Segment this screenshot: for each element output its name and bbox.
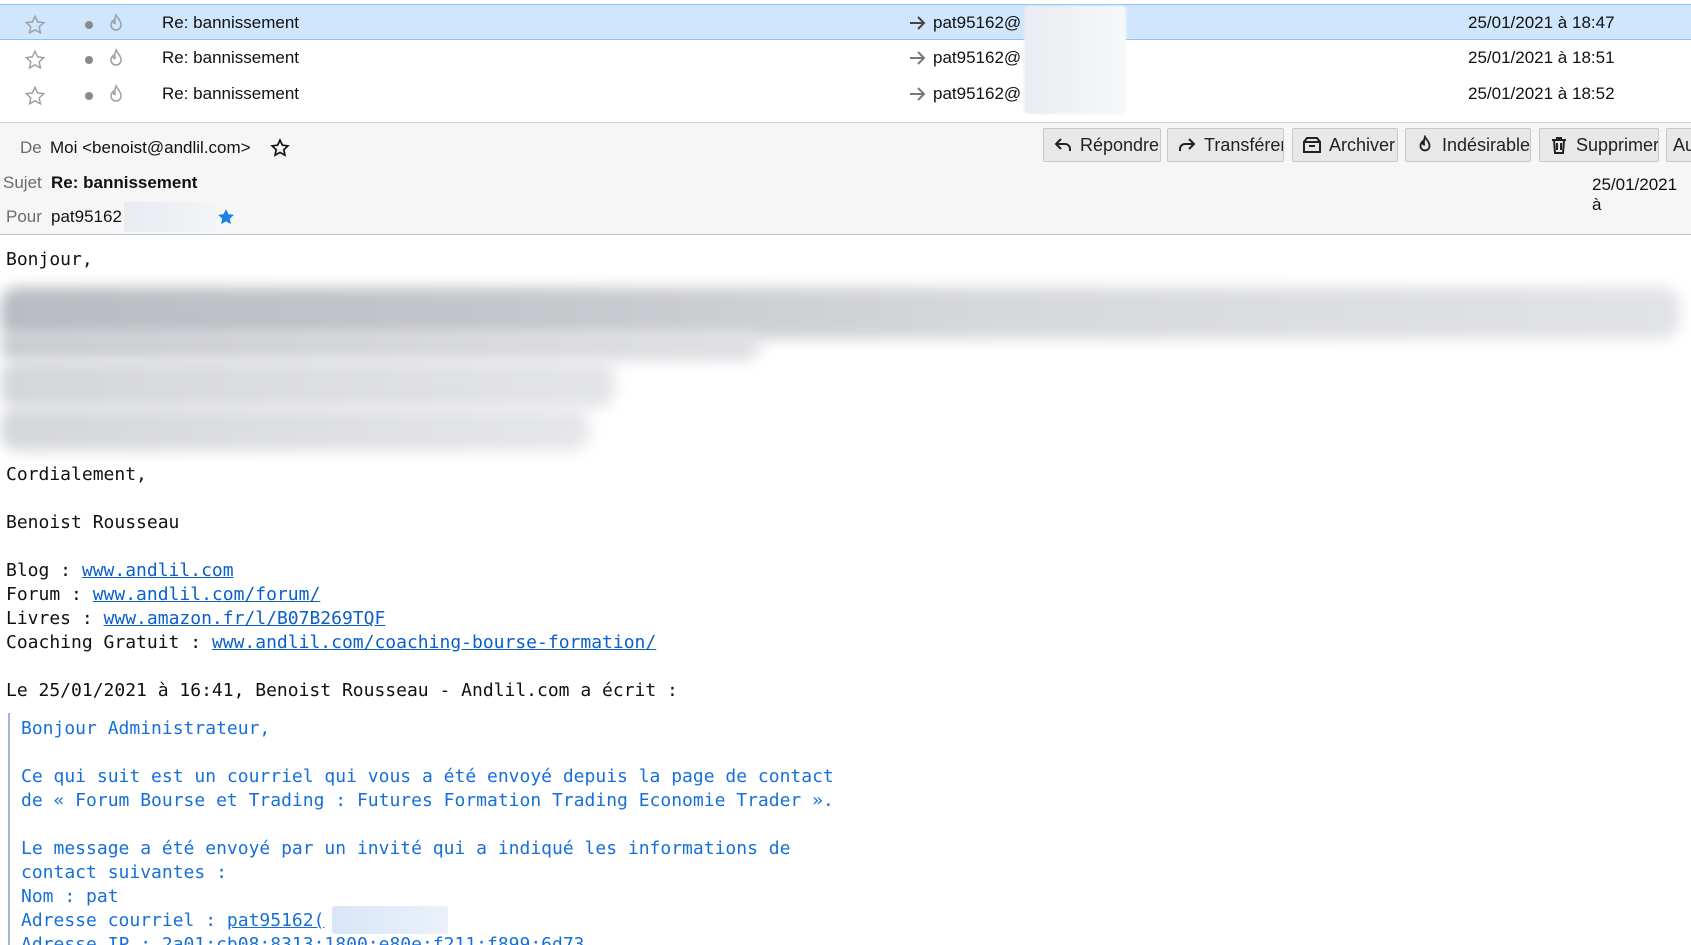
closing: Cordialement, — [6, 464, 147, 485]
archive-icon — [1303, 137, 1321, 153]
quote-line: Adresse IP : 2a01:cb08:8313:1800:e80e:f2… — [21, 934, 585, 945]
to-label: Pour — [6, 207, 42, 226]
quote-line: Nom : pat — [21, 886, 119, 907]
quoted-message: Bonjour Administrateur, Ce qui suit est … — [8, 713, 1210, 945]
message-date: 25/01/2021 à 18:52 — [1468, 84, 1615, 103]
redacted-area — [0, 331, 760, 361]
redacted-area — [0, 407, 590, 451]
message-header: De Moi <benoist@andlil.com> Sujet Re: ba… — [0, 123, 1691, 235]
signature-blog: Blog : www.andlil.com — [6, 560, 234, 581]
junk-button[interactable]: Indésirable — [1405, 128, 1531, 162]
quote-line: contact suivantes : — [21, 862, 227, 883]
message-subject: Re: bannissement — [162, 84, 300, 103]
message-list: Re: bannissement pat95162@ 25/01/2021 à … — [0, 0, 1691, 123]
message-row[interactable]: Re: bannissement pat95162@ 25/01/2021 à … — [0, 4, 1691, 40]
outgoing-arrow-icon — [910, 87, 926, 101]
star-icon[interactable] — [24, 14, 46, 36]
quote-line: de « Forum Bourse et Trading : Futures F… — [21, 790, 834, 811]
subject-value: Re: bannissement — [51, 173, 198, 192]
signature-forum: Forum : www.andlil.com/forum/ — [6, 584, 321, 605]
junk-flame-icon[interactable] — [106, 48, 126, 70]
to-value[interactable]: pat95162 — [51, 207, 122, 227]
redacted-area — [124, 202, 216, 232]
star-icon[interactable] — [24, 85, 46, 107]
signature-books: Livres : www.amazon.fr/l/B07B269TQF — [6, 608, 386, 629]
star-icon[interactable] — [24, 49, 46, 71]
message-body: Bonjour, Cordialement, Benoist Rousseau … — [0, 235, 1691, 945]
flame-icon — [1419, 135, 1431, 152]
from-label: De — [20, 138, 42, 157]
star-contact-icon[interactable] — [216, 207, 236, 227]
message-subject: Re: bannissement — [162, 48, 300, 67]
reply-icon — [1054, 138, 1071, 151]
from-value[interactable]: Moi <benoist@andlil.com> — [50, 138, 251, 158]
junk-flame-icon[interactable] — [106, 13, 126, 35]
quote-line: Bonjour Administrateur, — [21, 718, 271, 739]
sender-email-link[interactable]: pat95162( — [227, 910, 325, 931]
quote-line: Le message a été envoyé par un invité qu… — [21, 838, 791, 859]
message-date: 25/01/2021 à 18:51 — [1468, 48, 1615, 67]
quote-line: Ce qui suit est un courriel qui vous a é… — [21, 766, 834, 787]
coaching-link[interactable]: www.andlil.com/coaching-bourse-formation… — [212, 632, 656, 653]
read-status-icon[interactable] — [85, 56, 93, 64]
message-row[interactable]: Re: bannissement pat95162@ 25/01/2021 à … — [0, 40, 1691, 76]
trash-icon — [1552, 137, 1566, 154]
signature-coaching: Coaching Gratuit : www.andlil.com/coachi… — [6, 632, 657, 653]
outgoing-arrow-icon — [910, 16, 926, 30]
greeting: Bonjour, — [6, 249, 93, 270]
quote-header: Le 25/01/2021 à 16:41, Benoist Rousseau … — [6, 680, 678, 701]
subject-label: Sujet — [3, 173, 42, 192]
archive-button[interactable]: Archiver — [1292, 128, 1398, 162]
mail-client-window: Re: bannissement pat95162@ 25/01/2021 à … — [0, 0, 1691, 945]
message-date: 25/01/2021 à — [1592, 175, 1678, 214]
reply-button[interactable]: Répondre — [1043, 128, 1161, 162]
redacted-area — [1024, 6, 1126, 114]
message-date: 25/01/2021 à 18:47 — [1468, 13, 1615, 32]
forward-button[interactable]: Transférer — [1167, 128, 1284, 162]
junk-flame-icon[interactable] — [106, 84, 126, 106]
other-actions-button[interactable]: Au — [1666, 128, 1691, 162]
message-row[interactable]: Re: bannissement pat95162@ 25/01/2021 à … — [0, 76, 1691, 112]
star-contact-icon[interactable] — [270, 138, 290, 158]
books-link[interactable]: www.amazon.fr/l/B07B269TQF — [104, 608, 386, 629]
signature-name: Benoist Rousseau — [6, 512, 180, 533]
message-correspondent: pat95162@ — [933, 84, 1022, 103]
redacted-area — [332, 906, 448, 934]
quote-line: Adresse courriel : pat95162( — [21, 910, 325, 931]
forum-link[interactable]: www.andlil.com/forum/ — [93, 584, 321, 605]
forward-icon — [1179, 138, 1196, 151]
redacted-area — [0, 360, 615, 408]
outgoing-arrow-icon — [910, 51, 926, 65]
blog-link[interactable]: www.andlil.com — [82, 560, 234, 581]
message-correspondent: pat95162@ — [933, 13, 1022, 32]
delete-button[interactable]: Supprimer — [1539, 128, 1659, 162]
message-subject: Re: bannissement — [162, 13, 300, 32]
read-status-icon[interactable] — [85, 92, 93, 100]
read-status-icon[interactable] — [85, 21, 93, 29]
message-correspondent: pat95162@ — [933, 48, 1022, 67]
